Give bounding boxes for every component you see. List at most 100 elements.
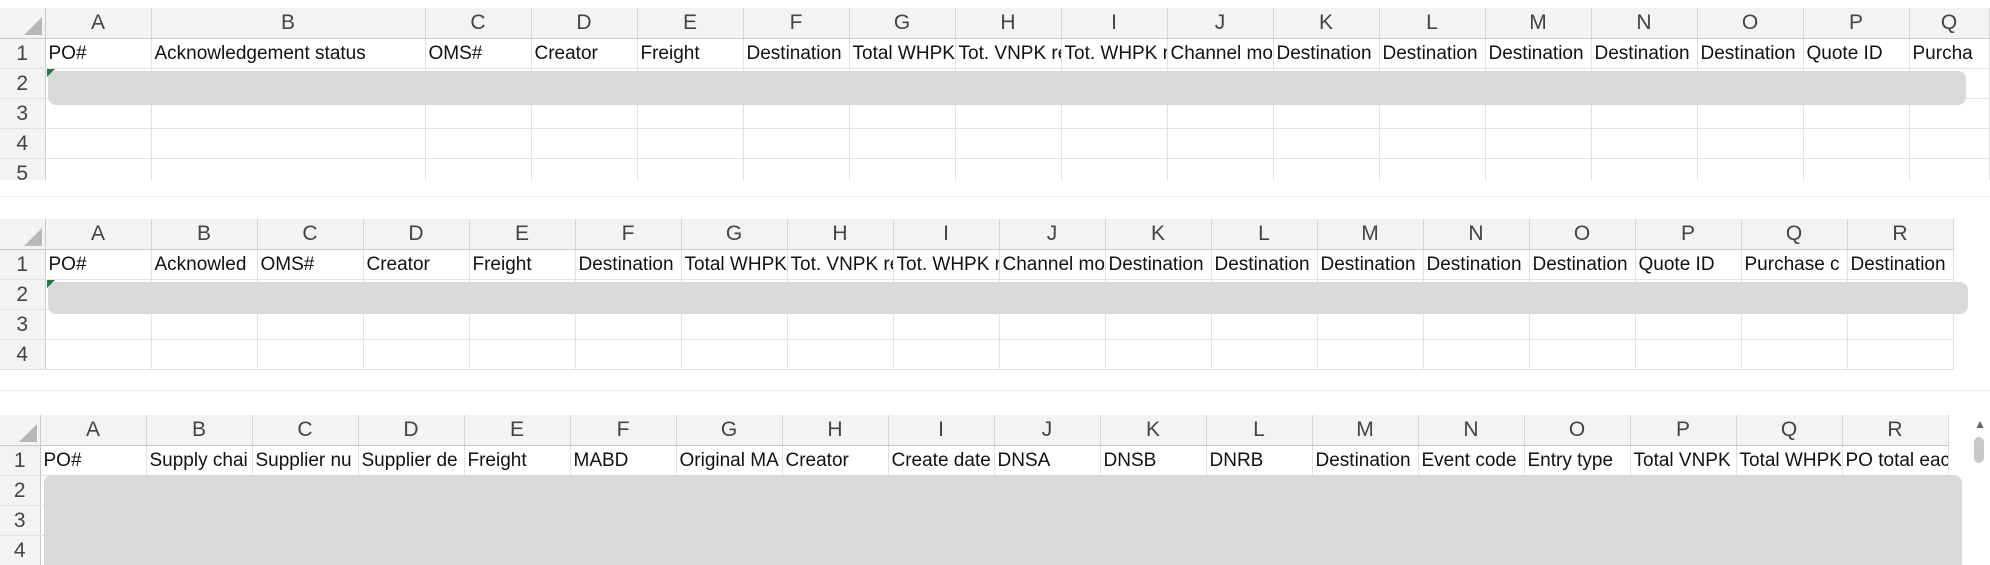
cell[interactable] xyxy=(1635,339,1742,370)
select-all-corner[interactable] xyxy=(0,219,46,250)
header-cell[interactable]: Creator xyxy=(782,445,889,476)
cell[interactable] xyxy=(999,309,1106,340)
cell[interactable] xyxy=(681,309,788,340)
cell[interactable] xyxy=(257,339,364,370)
cell[interactable] xyxy=(1211,309,1318,340)
column-header-q[interactable]: Q xyxy=(1736,415,1843,446)
cell[interactable] xyxy=(531,158,638,180)
cell[interactable] xyxy=(1273,128,1380,159)
header-cell[interactable]: Destination xyxy=(1211,249,1318,280)
header-cell[interactable]: Tot. VNPK re xyxy=(787,249,894,280)
column-header-j[interactable]: J xyxy=(1167,8,1274,39)
cell[interactable] xyxy=(1061,128,1168,159)
column-header-p[interactable]: P xyxy=(1803,8,1910,39)
column-header-a[interactable]: A xyxy=(45,8,152,39)
header-cell[interactable]: Creator xyxy=(531,38,638,69)
row-header[interactable]: 1 xyxy=(0,249,46,280)
column-header-g[interactable]: G xyxy=(849,8,956,39)
header-cell[interactable]: Destination xyxy=(1847,249,1954,280)
header-cell[interactable]: Destination xyxy=(1312,445,1419,476)
cell[interactable] xyxy=(1697,128,1804,159)
column-header-i[interactable]: I xyxy=(888,415,995,446)
column-header-g[interactable]: G xyxy=(681,219,788,250)
column-header-q[interactable]: Q xyxy=(1741,219,1848,250)
column-header-f[interactable]: F xyxy=(575,219,682,250)
column-header-e[interactable]: E xyxy=(469,219,576,250)
column-header-j[interactable]: J xyxy=(999,219,1106,250)
header-cell[interactable]: PO# xyxy=(40,445,147,476)
column-header-p[interactable]: P xyxy=(1635,219,1742,250)
cell[interactable] xyxy=(151,158,426,180)
column-header-h[interactable]: H xyxy=(782,415,889,446)
column-header-e[interactable]: E xyxy=(464,415,571,446)
column-header-m[interactable]: M xyxy=(1312,415,1419,446)
cell[interactable] xyxy=(575,309,682,340)
cell[interactable] xyxy=(849,128,956,159)
column-header-o[interactable]: O xyxy=(1697,8,1804,39)
header-cell[interactable]: Freight xyxy=(637,38,744,69)
column-header-m[interactable]: M xyxy=(1485,8,1592,39)
cell[interactable] xyxy=(1591,128,1698,159)
cell[interactable] xyxy=(1741,309,1848,340)
cell[interactable] xyxy=(1847,309,1954,340)
header-cell[interactable]: Total WHPK xyxy=(1736,445,1843,476)
select-all-corner[interactable] xyxy=(0,8,46,39)
column-header-p[interactable]: P xyxy=(1630,415,1737,446)
cell[interactable] xyxy=(1803,158,1910,180)
header-cell[interactable]: Freight xyxy=(469,249,576,280)
row-header[interactable]: 4 xyxy=(0,535,41,565)
cell[interactable] xyxy=(743,128,850,159)
header-cell[interactable]: Freight xyxy=(464,445,571,476)
cell[interactable] xyxy=(681,339,788,370)
header-cell[interactable]: Destination xyxy=(1273,38,1380,69)
cell[interactable] xyxy=(743,158,850,180)
scroll-up-icon[interactable]: ▲ xyxy=(1974,417,1986,431)
header-cell[interactable]: MABD xyxy=(570,445,677,476)
column-header-q[interactable]: Q xyxy=(1909,8,1990,39)
column-header-n[interactable]: N xyxy=(1418,415,1525,446)
header-cell[interactable]: Destination xyxy=(743,38,850,69)
header-cell[interactable]: Destination xyxy=(1379,38,1486,69)
column-header-c[interactable]: C xyxy=(252,415,359,446)
cell[interactable] xyxy=(1379,158,1486,180)
header-cell[interactable]: PO# xyxy=(45,38,152,69)
cell[interactable] xyxy=(1379,128,1486,159)
column-header-b[interactable]: B xyxy=(151,219,258,250)
select-all-corner[interactable] xyxy=(0,415,41,446)
header-cell[interactable]: Creator xyxy=(363,249,470,280)
header-cell[interactable]: Event code xyxy=(1418,445,1525,476)
header-cell[interactable]: Supplier de xyxy=(358,445,465,476)
cell[interactable] xyxy=(575,339,682,370)
column-header-m[interactable]: M xyxy=(1317,219,1424,250)
header-cell[interactable]: Channel mo xyxy=(999,249,1106,280)
column-header-n[interactable]: N xyxy=(1423,219,1530,250)
cell[interactable] xyxy=(637,128,744,159)
header-cell[interactable]: PO total eac xyxy=(1842,445,1949,476)
column-header-r[interactable]: R xyxy=(1847,219,1954,250)
cell[interactable] xyxy=(45,309,152,340)
cell[interactable] xyxy=(1635,309,1742,340)
header-cell[interactable]: Destination xyxy=(1105,249,1212,280)
row-header[interactable]: 1 xyxy=(0,445,41,476)
row-header[interactable]: 3 xyxy=(0,309,46,340)
cell[interactable] xyxy=(363,339,470,370)
cell[interactable] xyxy=(999,339,1106,370)
cell[interactable] xyxy=(1105,339,1212,370)
cell[interactable] xyxy=(425,158,532,180)
column-header-k[interactable]: K xyxy=(1100,415,1207,446)
cell[interactable] xyxy=(1423,339,1530,370)
header-cell[interactable]: OMS# xyxy=(425,38,532,69)
row-header[interactable]: 1 xyxy=(0,38,46,69)
row-header[interactable]: 4 xyxy=(0,339,46,370)
column-header-o[interactable]: O xyxy=(1529,219,1636,250)
column-header-c[interactable]: C xyxy=(425,8,532,39)
header-cell[interactable]: Supplier nu xyxy=(252,445,359,476)
column-header-k[interactable]: K xyxy=(1273,8,1380,39)
header-cell[interactable]: Create date xyxy=(888,445,995,476)
cell[interactable] xyxy=(151,128,426,159)
cell[interactable] xyxy=(1529,339,1636,370)
cell[interactable] xyxy=(1529,309,1636,340)
cell[interactable] xyxy=(787,309,894,340)
column-header-k[interactable]: K xyxy=(1105,219,1212,250)
cell[interactable] xyxy=(1167,158,1274,180)
